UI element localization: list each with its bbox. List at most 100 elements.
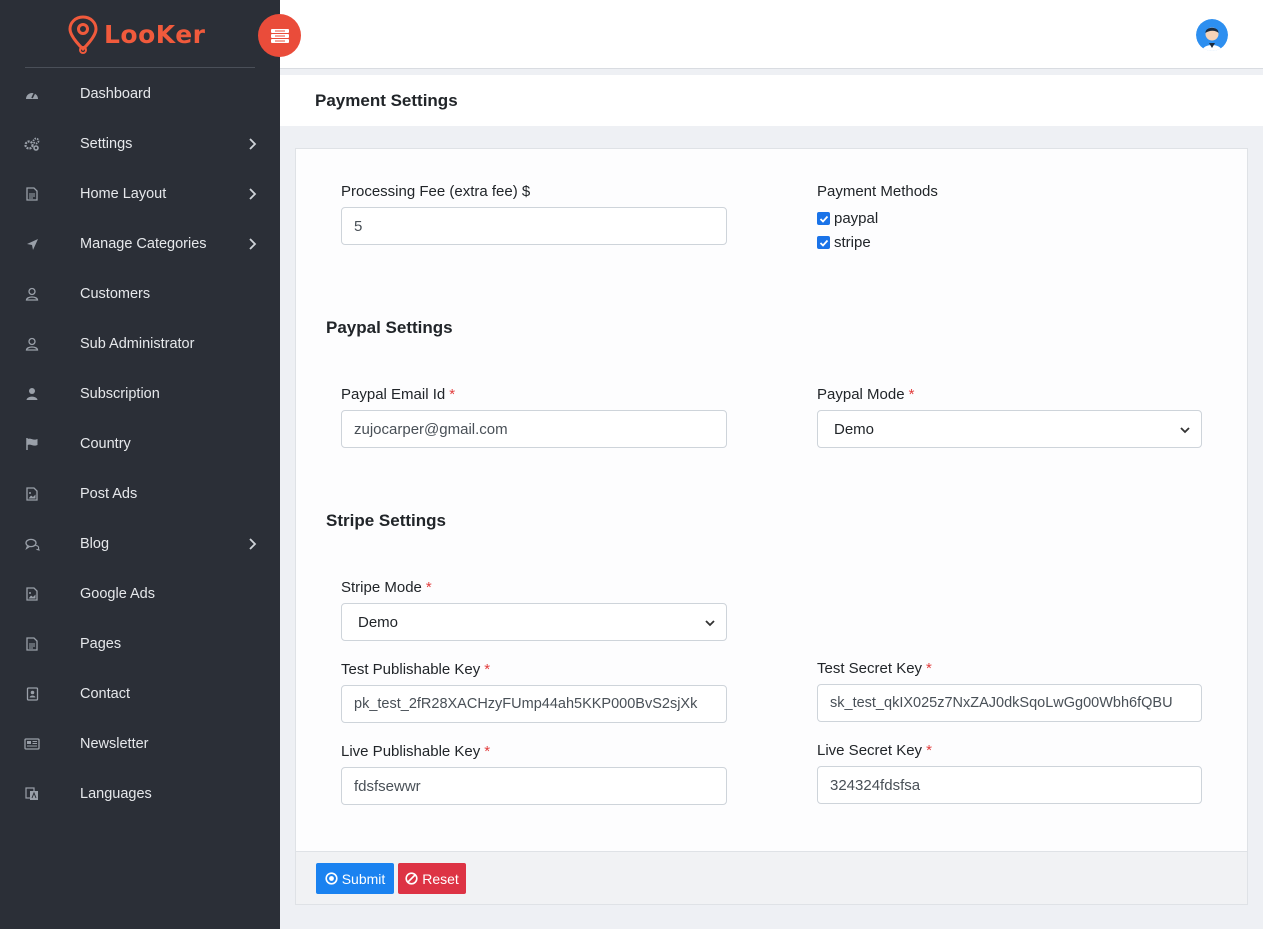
live-publishable-key-input[interactable]: fdsfsewwr	[341, 767, 727, 805]
sidebar-item-dashboard[interactable]: Dashboard	[0, 69, 280, 119]
stripe-mode-label-text: Stripe Mode	[341, 579, 422, 596]
test-publishable-key-label-text: Test Publishable Key	[341, 661, 481, 678]
chevron-down-icon	[1180, 427, 1190, 434]
live-secret-key-label-text: Live Secret Key	[817, 742, 923, 759]
logo-area: LooKer	[0, 0, 280, 69]
processing-fee-label: Processing Fee (extra fee) $	[341, 183, 530, 200]
logo-text: LooKer	[104, 19, 206, 49]
menu-toggle-icon	[270, 28, 289, 43]
chevron-right-icon	[249, 188, 257, 200]
payment-settings-card: Processing Fee (extra fee) $ 5 Payment M…	[295, 148, 1248, 905]
checkbox-label: stripe	[834, 234, 871, 251]
required-mark: *	[484, 661, 491, 678]
submit-button-label: Submit	[341, 870, 386, 887]
reset-button[interactable]: Reset	[398, 863, 466, 894]
sidebar-item-blog[interactable]: Blog	[0, 519, 280, 569]
live-publishable-key-label-text: Live Publishable Key	[341, 743, 481, 760]
live-publishable-key-label: Live Publishable Key *	[341, 743, 490, 760]
sidebar-item-label: Country	[80, 436, 131, 452]
flag-icon	[24, 436, 40, 452]
payment-method-stripe[interactable]: stripe	[817, 234, 871, 251]
test-secret-key-input[interactable]: sk_test_qkIX025z7NxZAJ0dkSqoLwGg00Wbh6fQ…	[817, 684, 1202, 722]
stripe-mode-label: Stripe Mode *	[341, 579, 432, 596]
sidebar-item-subscription[interactable]: Subscription	[0, 369, 280, 419]
test-secret-key-label-text: Test Secret Key	[817, 660, 923, 677]
sidebar-item-languages[interactable]: Languages	[0, 769, 280, 819]
sidebar-item-label: Google Ads	[80, 586, 155, 602]
sidebar-item-newsletter[interactable]: Newsletter	[0, 719, 280, 769]
test-publishable-key-label: Test Publishable Key *	[341, 661, 490, 678]
chevron-down-icon	[705, 620, 715, 627]
sidebar-item-settings[interactable]: Settings	[0, 119, 280, 169]
sidebar-item-contact[interactable]: Contact	[0, 669, 280, 719]
processing-fee-input[interactable]: 5	[341, 207, 727, 245]
comments-icon	[24, 536, 40, 552]
chevron-right-icon	[249, 138, 257, 150]
required-mark: *	[449, 386, 456, 403]
sidebar-item-label: Settings	[80, 136, 133, 152]
image-file-icon	[24, 586, 40, 602]
sidebar-item-label: Post Ads	[80, 486, 138, 502]
stripe-mode-select[interactable]: Demo	[341, 603, 727, 641]
user-outline-icon	[24, 286, 40, 302]
file-icon	[24, 186, 40, 202]
chevron-right-icon	[249, 238, 257, 250]
required-mark: *	[425, 579, 432, 596]
sidebar-item-label: Manage Categories	[80, 236, 207, 252]
test-secret-key-label: Test Secret Key *	[817, 660, 932, 677]
sidebar-item-google-ads[interactable]: Google Ads	[0, 569, 280, 619]
sidebar-item-label: Blog	[80, 536, 110, 552]
newspaper-icon	[24, 736, 40, 752]
sidebar-item-home-layout[interactable]: Home Layout	[0, 169, 280, 219]
paypal-email-label-text: Paypal Email Id	[341, 386, 446, 403]
page-header: Payment Settings	[280, 75, 1263, 126]
payment-methods-label-text: Payment Methods	[817, 183, 938, 200]
live-secret-key-input[interactable]: 324324fdsfsa	[817, 766, 1202, 804]
sidebar-item-label: Customers	[80, 286, 151, 302]
paypal-mode-select[interactable]: Demo	[817, 410, 1202, 448]
sidebar-item-pages[interactable]: Pages	[0, 619, 280, 669]
location-arrow-icon	[24, 236, 40, 252]
ban-icon	[405, 872, 418, 885]
user-solid-icon	[24, 386, 40, 402]
processing-fee-label-text: Processing Fee (extra fee) $	[341, 183, 531, 200]
checkbox-checked[interactable]	[817, 236, 830, 249]
checkbox-label: paypal	[834, 210, 879, 227]
form-footer: Submit Reset	[296, 851, 1247, 904]
test-publishable-key-input[interactable]: pk_test_2fR28XACHzyFUmp44ah5KKP000BvS2sj…	[341, 685, 727, 723]
reset-button-label: Reset	[422, 870, 459, 887]
required-mark: *	[926, 660, 932, 677]
submit-button[interactable]: Submit	[316, 863, 394, 894]
paypal-mode-value: Demo	[834, 420, 875, 438]
brand-logo[interactable]: LooKer	[66, 14, 206, 54]
payment-method-paypal[interactable]: paypal	[817, 210, 878, 227]
sidebar-item-sub-administrator[interactable]: Sub Administrator	[0, 319, 280, 369]
paypal-mode-label-text: Paypal Mode	[817, 386, 905, 403]
sidebar-toggle-button[interactable]	[258, 14, 301, 57]
checkmark-icon	[819, 239, 828, 247]
sidebar-item-label: Subscription	[80, 386, 160, 402]
paypal-settings-heading: Paypal Settings	[326, 318, 453, 337]
dashboard-icon	[24, 86, 40, 102]
required-mark: *	[484, 743, 491, 760]
divider	[25, 67, 255, 68]
sidebar-item-label: Newsletter	[80, 736, 149, 752]
payment-methods-label: Payment Methods	[817, 183, 938, 200]
stripe-settings-heading: Stripe Settings	[326, 511, 446, 530]
sidebar: LooKer Dashboard Settings Home Layout Ma…	[0, 0, 280, 929]
sidebar-item-post-ads[interactable]: Post Ads	[0, 469, 280, 519]
sidebar-item-manage-categories[interactable]: Manage Categories	[0, 219, 280, 269]
sidebar-item-customers[interactable]: Customers	[0, 269, 280, 319]
topbar	[280, 0, 1263, 69]
checkbox-checked[interactable]	[817, 212, 830, 225]
paypal-email-input[interactable]: zujocarper@gmail.com	[341, 410, 727, 448]
stripe-mode-value: Demo	[358, 613, 399, 631]
file-icon	[24, 636, 40, 652]
sidebar-item-label: Dashboard	[80, 86, 151, 102]
required-mark: *	[908, 386, 915, 403]
sidebar-item-country[interactable]: Country	[0, 419, 280, 469]
live-secret-key-label: Live Secret Key *	[817, 742, 932, 759]
image-file-icon	[24, 486, 40, 502]
checkmark-icon	[819, 215, 828, 223]
user-avatar[interactable]	[1196, 19, 1228, 51]
